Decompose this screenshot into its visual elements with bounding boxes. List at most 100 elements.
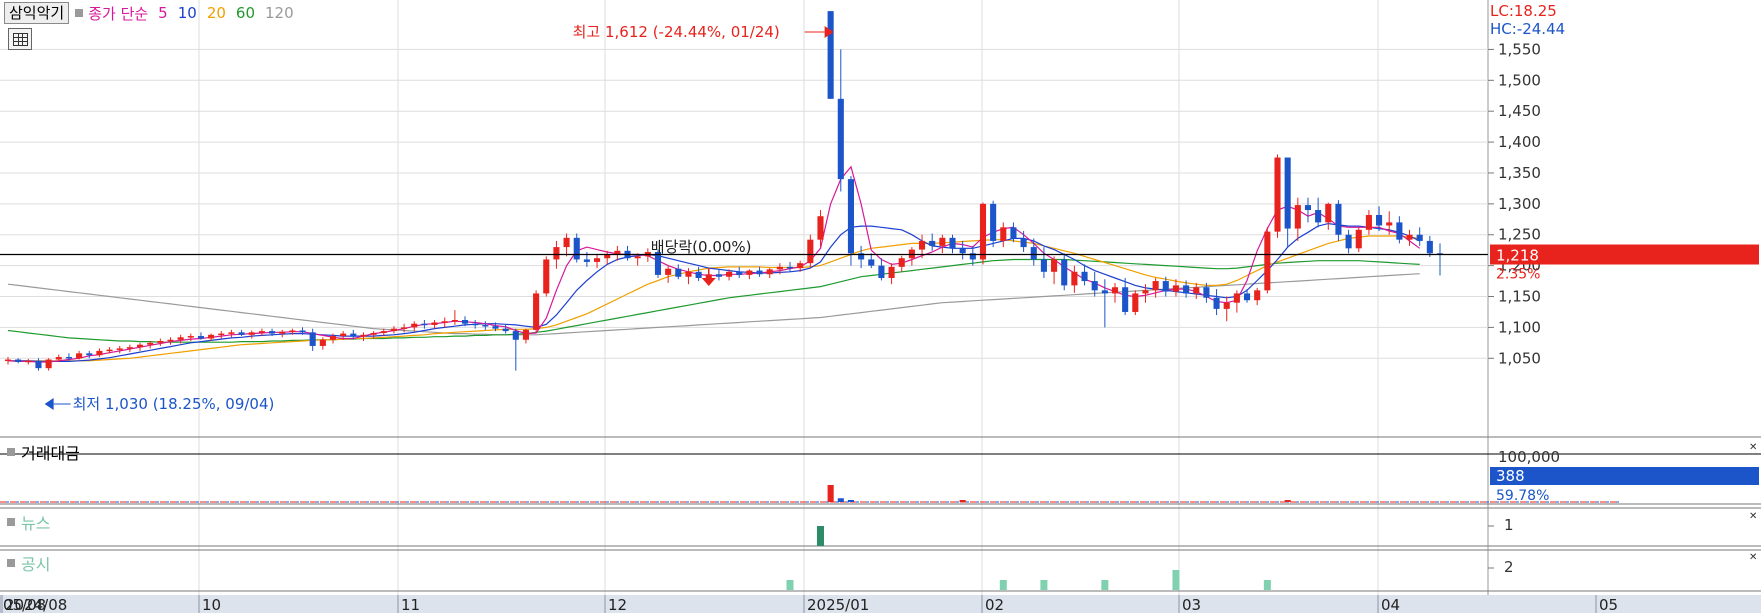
- candle-body: [421, 323, 428, 326]
- candle-body: [106, 349, 113, 352]
- volume-pane-title: 거래대금: [2, 440, 80, 464]
- candle-body: [269, 331, 276, 334]
- x-tick-label: 03: [1182, 596, 1201, 613]
- candle-body: [1071, 271, 1078, 286]
- candle-body: [807, 239, 814, 264]
- candle-body: [1183, 285, 1190, 294]
- candle-body: [218, 333, 225, 336]
- candle-body: [979, 203, 987, 260]
- legend-ma5[interactable]: 5: [158, 4, 168, 22]
- candle-body: [1172, 285, 1179, 292]
- candle-body: [390, 328, 397, 332]
- candle-body: [248, 332, 255, 335]
- pane-close-icon[interactable]: ✕: [1749, 512, 1759, 522]
- candle-body: [1396, 222, 1403, 240]
- candle-body: [756, 270, 763, 275]
- pane-square-icon: [7, 448, 15, 456]
- candle-body: [411, 323, 418, 328]
- y-tick-label: 1,250: [1498, 226, 1541, 244]
- candle-body: [1315, 210, 1322, 223]
- candle-body: [1111, 287, 1119, 294]
- candle-body: [1274, 157, 1281, 232]
- y-tick-label: 1,500: [1498, 71, 1541, 89]
- candle-body: [1426, 240, 1433, 254]
- candle-body: [126, 347, 133, 349]
- pane-square-icon: [7, 559, 15, 567]
- news-pane-title: 뉴스: [2, 510, 50, 534]
- candle-body: [868, 259, 875, 266]
- candle-body: [908, 249, 915, 259]
- candle-body: [736, 271, 743, 275]
- candle-body: [4, 359, 12, 362]
- disclosure-bar: [1040, 580, 1048, 590]
- candle-body: [472, 323, 479, 326]
- candle-body: [15, 359, 22, 362]
- current-change-label: 2.35%: [1496, 267, 1540, 283]
- candlestick-chart: 1,0501,1001,1501,2001,2501,3001,3501,400…: [0, 0, 1761, 613]
- candle-body: [45, 359, 52, 369]
- candle-body: [187, 336, 194, 338]
- table-grid-icon[interactable]: [8, 28, 32, 50]
- disclosure-bar: [999, 580, 1007, 590]
- candle-body: [786, 266, 794, 269]
- candle-body: [959, 248, 966, 254]
- disclosure-bar: [1172, 570, 1180, 590]
- candle-body: [258, 331, 265, 333]
- pane-close-icon[interactable]: ✕: [1749, 553, 1759, 563]
- candle-body: [1416, 234, 1423, 241]
- candle-body: [1233, 293, 1240, 303]
- candle-body: [1101, 290, 1108, 294]
- candle-body: [1386, 222, 1393, 226]
- pane-close-icon[interactable]: ✕: [1749, 443, 1759, 453]
- candle-body: [898, 258, 905, 267]
- candle-body: [136, 344, 144, 348]
- legend-ma10[interactable]: 10: [178, 4, 197, 22]
- candle-body: [1030, 247, 1037, 260]
- candle-body: [461, 319, 469, 324]
- legend-ma60[interactable]: 60: [236, 4, 255, 22]
- candle-body: [1223, 302, 1230, 309]
- x-tick-label: 2025/01: [807, 596, 869, 613]
- news-axis-label: 1: [1504, 516, 1514, 534]
- candle-body: [25, 360, 32, 363]
- ticker-button[interactable]: 삼익악기: [4, 2, 70, 24]
- candle-body: [1000, 227, 1007, 241]
- disclosure-bar: [1101, 580, 1109, 590]
- candle-body: [441, 321, 448, 323]
- candle-body: [157, 340, 164, 343]
- candle-body: [1294, 205, 1301, 229]
- y-tick-label: 1,450: [1498, 102, 1541, 120]
- legend-ma20[interactable]: 20: [207, 4, 226, 22]
- candle-body: [522, 329, 530, 340]
- news-bar: [816, 526, 824, 546]
- candle-body: [695, 271, 702, 278]
- candle-body: [563, 237, 570, 248]
- y-tick-label: 1,150: [1498, 288, 1541, 306]
- candle-body: [766, 269, 773, 275]
- candle-body: [350, 333, 357, 337]
- candle-body: [55, 357, 62, 360]
- candle-body: [1132, 293, 1139, 312]
- candle-body: [319, 339, 326, 346]
- candle-body: [116, 348, 123, 350]
- x-tick-label: 04: [1381, 596, 1400, 613]
- candle-body: [1051, 259, 1058, 272]
- volume-bar: [847, 500, 854, 502]
- candle-body: [1142, 290, 1149, 294]
- legend-square-icon: [75, 9, 84, 17]
- x-tick-label: 05: [1599, 596, 1618, 613]
- candle-body: [299, 330, 306, 333]
- legend-ma-label[interactable]: 종가 단순: [88, 3, 148, 24]
- candle-body: [685, 271, 692, 277]
- candle-body: [197, 336, 205, 339]
- y-tick-label: 1,050: [1498, 349, 1541, 367]
- disclosure-pane-title: 공시: [2, 551, 50, 575]
- disclosure-bar: [786, 580, 794, 590]
- candle-body: [929, 240, 936, 246]
- legend-ma120[interactable]: 120: [265, 4, 294, 22]
- candle-body: [482, 324, 489, 327]
- candle-body: [726, 271, 733, 277]
- lc-label: LC:18.25: [1490, 2, 1557, 20]
- y-tick-label: 1,300: [1498, 195, 1541, 213]
- candle-body: [837, 98, 844, 180]
